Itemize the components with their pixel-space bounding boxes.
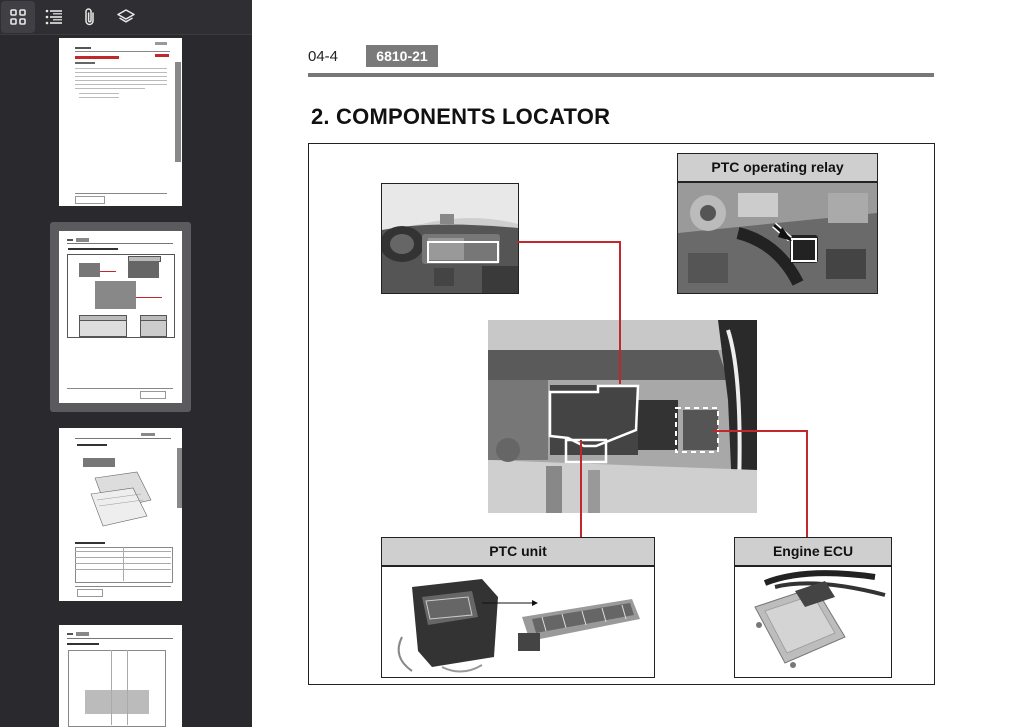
sidebar-toolbar [0, 0, 252, 35]
dashboard-callout-line-vertical [619, 241, 621, 384]
dashboard-callout-line [517, 241, 620, 243]
page-thumbnail-3[interactable] [59, 428, 182, 601]
engine-ecu-caption: Engine ECU [734, 537, 892, 566]
attachments-icon [85, 8, 94, 26]
page-number: 04-4 [308, 48, 339, 65]
ptc-unit-caption: PTC unit [381, 537, 655, 566]
outline-view-button[interactable] [37, 1, 71, 33]
layers-icon [117, 9, 135, 23]
ptc-unit-callout-line [580, 440, 582, 537]
attachments-view-button[interactable] [73, 1, 107, 33]
page-thumbnail-4[interactable] [59, 625, 182, 727]
relay-caption: PTC operating relay [677, 153, 878, 182]
relay-photo [677, 182, 878, 294]
section-title: 2. COMPONENTS LOCATOR [311, 104, 611, 129]
dashboard-photo [381, 183, 519, 294]
ptc-unit-photo [381, 566, 655, 678]
ecu-callout-line-vertical [806, 430, 808, 537]
document-code-badge: 6810-21 [366, 45, 438, 67]
thumbnails-icon [10, 9, 26, 25]
page-thumbnail-1[interactable] [59, 38, 182, 206]
header-rule [308, 73, 934, 77]
engine-bay-photo [488, 320, 757, 513]
page-thumbnail-2[interactable] [59, 231, 182, 403]
engine-ecu-photo [734, 566, 892, 678]
ecu-callout-line [713, 430, 808, 432]
layers-view-button[interactable] [109, 1, 143, 33]
outline-icon [45, 9, 62, 25]
thumbnails-view-button[interactable] [1, 1, 35, 33]
thumbnail-sidebar [0, 0, 252, 727]
